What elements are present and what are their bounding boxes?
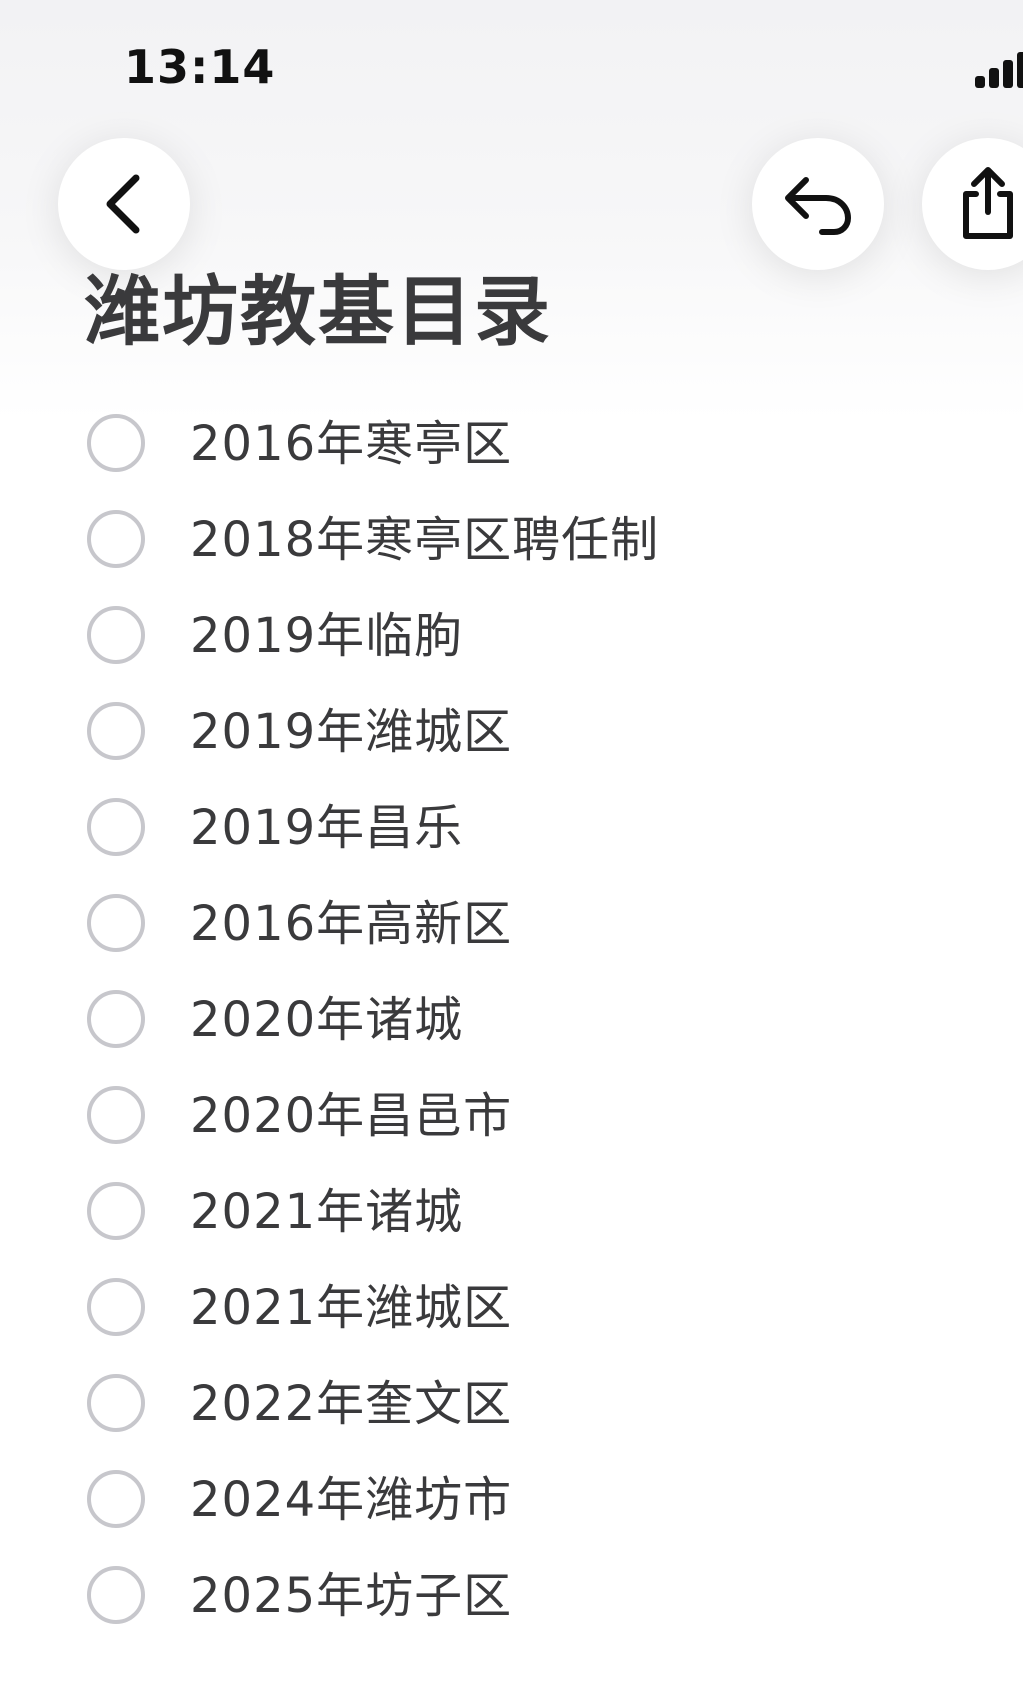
- checklist-item: 2018年寒亭区聘任制: [0, 492, 1023, 588]
- checklist-item: 2020年昌邑市: [0, 1068, 1023, 1164]
- checklist-item: 2021年潍城区: [0, 1260, 1023, 1356]
- undo-button[interactable]: [752, 138, 884, 270]
- checklist-item-label: 2016年寒亭区: [190, 416, 513, 472]
- checklist-item: 2022年奎文区: [0, 1356, 1023, 1452]
- checklist-item-label: 2018年寒亭区聘任制: [190, 512, 660, 568]
- checklist-item: 2019年临朐: [0, 588, 1023, 684]
- checklist-item: 2016年高新区: [0, 876, 1023, 972]
- note-title: 潍坊教基目录: [84, 267, 552, 356]
- checkbox[interactable]: [87, 1278, 145, 1336]
- share-icon: [963, 167, 1013, 239]
- chevron-left-icon: [106, 174, 140, 234]
- checklist-item-label: 2020年诸城: [190, 992, 464, 1048]
- signal-bars-icon: [975, 52, 1023, 88]
- checklist-item-label: 2025年坊子区: [190, 1568, 513, 1624]
- back-button[interactable]: [58, 138, 190, 270]
- checklist-item: 2024年潍坊市: [0, 1452, 1023, 1548]
- checklist-item-label: 2024年潍坊市: [190, 1472, 513, 1528]
- checklist-item-label: 2022年奎文区: [190, 1376, 513, 1432]
- checkbox[interactable]: [87, 1374, 145, 1432]
- checkbox[interactable]: [87, 1182, 145, 1240]
- checkbox[interactable]: [87, 798, 145, 856]
- checklist-item-label: 2021年诸城: [190, 1184, 464, 1240]
- status-bar: 13:14: [0, 0, 1023, 120]
- checkbox[interactable]: [87, 990, 145, 1048]
- checkbox[interactable]: [87, 606, 145, 664]
- checklist-item: 2021年诸城: [0, 1164, 1023, 1260]
- checklist-item: 2016年寒亭区: [0, 396, 1023, 492]
- checkbox[interactable]: [87, 1566, 145, 1624]
- checklist: 2016年寒亭区 2018年寒亭区聘任制 2019年临朐 2019年潍城区 20…: [0, 396, 1023, 1644]
- checklist-item-label: 2019年潍城区: [190, 704, 513, 760]
- checklist-item-label: 2019年昌乐: [190, 800, 464, 856]
- checklist-item-label: 2019年临朐: [190, 608, 464, 664]
- checkbox[interactable]: [87, 414, 145, 472]
- checklist-item: 2020年诸城: [0, 972, 1023, 1068]
- checklist-item: 2025年坊子区: [0, 1548, 1023, 1644]
- checklist-item-label: 2016年高新区: [190, 896, 513, 952]
- checkbox[interactable]: [87, 1086, 145, 1144]
- checklist-item-label: 2020年昌邑市: [190, 1088, 513, 1144]
- checklist-item: 2019年潍城区: [0, 684, 1023, 780]
- checkbox[interactable]: [87, 702, 145, 760]
- checklist-item-label: 2021年潍城区: [190, 1280, 513, 1336]
- checkbox[interactable]: [87, 510, 145, 568]
- checkbox[interactable]: [87, 894, 145, 952]
- undo-icon: [785, 177, 851, 235]
- status-time: 13:14: [124, 40, 276, 94]
- checklist-item: 2019年昌乐: [0, 780, 1023, 876]
- checkbox[interactable]: [87, 1470, 145, 1528]
